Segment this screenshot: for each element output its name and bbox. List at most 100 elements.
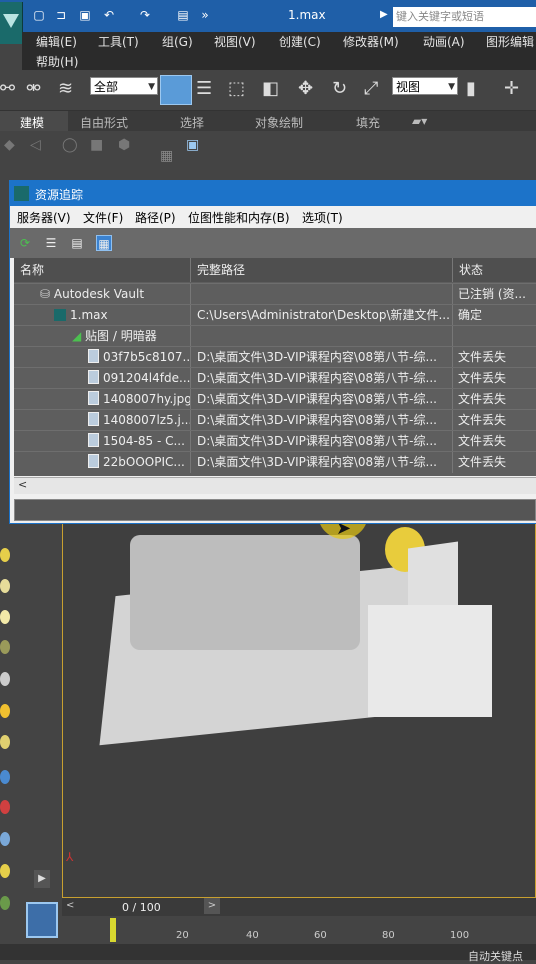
row-path: D:\桌面文件\3D-VIP课程内容\08第八节-综... — [197, 350, 437, 364]
table-view-icon[interactable]: ▦ — [96, 235, 112, 251]
menu-animation[interactable]: 动画(A) — [423, 33, 465, 50]
dialog-title-bar[interactable] — [10, 181, 536, 206]
column-header-path[interactable]: 完整路径 — [191, 258, 453, 282]
current-frame-marker — [110, 918, 116, 942]
panel-highlight-icon[interactable]: ▣ — [186, 137, 199, 153]
new-file-icon[interactable]: ▢ — [32, 8, 46, 22]
dialog-toolbar — [10, 228, 536, 258]
menu-tools[interactable]: 工具(T) — [98, 33, 139, 50]
refresh-icon[interactable]: ⟳ — [17, 235, 33, 251]
menu-create[interactable]: 创建(C) — [279, 33, 321, 50]
row-name: 091204l4fde... — [88, 368, 190, 388]
pivot-center-icon[interactable]: ▮ — [466, 78, 476, 99]
omni-light-icon[interactable] — [0, 579, 10, 593]
table-row[interactable]: ⛁ Autodesk Vault 已注销 (资... — [14, 283, 536, 305]
chevron-down-icon: ▼ — [148, 82, 155, 92]
sphere-icon[interactable] — [0, 735, 10, 749]
column-header-name[interactable]: 名称 — [14, 258, 191, 282]
bind-spacewarp-icon[interactable]: ≋ — [58, 78, 73, 99]
menu-graph-editors[interactable]: 图形编辑 — [486, 33, 534, 50]
tab-populate[interactable]: 填充 — [356, 114, 380, 131]
particle-icon[interactable] — [0, 770, 10, 784]
link-icon[interactable]: ⚯ — [0, 78, 15, 99]
tool-icon[interactable] — [0, 832, 10, 846]
menu-group[interactable]: 组(G) — [162, 33, 193, 50]
time-prev-icon[interactable]: < — [66, 900, 74, 911]
row-path: D:\桌面文件\3D-VIP课程内容\08第八节-综... — [197, 455, 437, 469]
search-input[interactable]: 键入关键字或短语 — [393, 7, 536, 27]
tab-freeform[interactable]: 自由形式 — [80, 114, 128, 131]
column-header-status[interactable]: 状态 — [453, 258, 536, 282]
dialog-menu-server[interactable]: 服务器(V) — [17, 209, 71, 226]
rotate-icon[interactable]: ↻ — [332, 78, 347, 99]
teapot-icon[interactable] — [0, 640, 10, 654]
polygon-modeling-icon[interactable]: ◆ — [4, 137, 15, 153]
dialog-menu-paths[interactable]: 路径(P) — [135, 209, 176, 226]
row-path: D:\桌面文件\3D-VIP课程内容\08第八节-综... — [197, 434, 437, 448]
dialog-menu-file[interactable]: 文件(F) — [83, 209, 123, 226]
redo-icon[interactable]: ↷ — [138, 8, 152, 22]
table-row[interactable]: 1408007lz5.j... D:\桌面文件\3D-VIP课程内容\08第八节… — [14, 409, 536, 431]
table-row[interactable]: 091204l4fde... D:\桌面文件\3D-VIP课程内容\08第八节-… — [14, 367, 536, 389]
dialog-menu-bitmap-performance[interactable]: 位图性能和内存(B) — [188, 209, 290, 226]
cone-icon[interactable] — [0, 672, 10, 686]
scale-icon[interactable]: ⤢ — [364, 78, 378, 99]
move-icon[interactable]: ✥ — [298, 78, 313, 99]
ribbon-options-icon[interactable]: ▰▾ — [412, 114, 427, 128]
menu-help[interactable]: 帮助(H) — [36, 53, 78, 70]
row-status: 文件丢失 — [458, 350, 507, 364]
menu-edit[interactable]: 编辑(E) — [36, 33, 77, 50]
tab-object-paint[interactable]: 对象绘制 — [255, 114, 303, 131]
sky-light-icon[interactable] — [0, 610, 10, 624]
select-object-button[interactable] — [160, 75, 192, 105]
scroll-left-icon[interactable]: < — [18, 478, 27, 491]
table-row[interactable]: ◢ 贴图 / 明暗器 — [14, 325, 536, 347]
save-icon[interactable]: ▣ — [78, 8, 92, 22]
project-folder-icon[interactable]: ▤ — [176, 8, 190, 22]
image-file-icon — [88, 433, 99, 447]
select-by-name-icon[interactable]: ☰ — [196, 78, 212, 99]
time-next-icon[interactable]: > — [204, 898, 220, 914]
search-arrow-icon[interactable]: ▶ — [380, 9, 388, 20]
rectangular-selection-icon[interactable]: ⬚ — [228, 78, 245, 99]
viewport-maximize-icon[interactable] — [26, 902, 58, 938]
element-icon[interactable]: ⬢ — [118, 137, 130, 153]
panel-tool-icon[interactable]: ▦ — [160, 148, 173, 164]
thumbnail-view-icon[interactable]: ▤ — [69, 235, 85, 251]
pin-icon[interactable] — [0, 800, 10, 814]
select-manipulate-icon[interactable]: ✛ — [504, 78, 519, 99]
undo-icon[interactable]: ↶ — [102, 8, 116, 22]
table-row[interactable]: 22bOOOPIC... D:\桌面文件\3D-VIP课程内容\08第八节-综.… — [14, 451, 536, 473]
table-row[interactable]: 1408007hy.jpg D:\桌面文件\3D-VIP课程内容\08第八节-综… — [14, 388, 536, 410]
tick-label: 80 — [382, 930, 395, 941]
menu-views[interactable]: 视图(V) — [214, 33, 256, 50]
image-file-icon — [88, 349, 99, 363]
window-crossing-icon[interactable]: ◧ — [262, 78, 279, 99]
open-file-icon[interactable]: ⊐ — [54, 8, 68, 22]
light-bulb-icon[interactable] — [0, 548, 10, 562]
selection-filter-dropdown[interactable]: 全部 ▼ — [90, 77, 158, 95]
autokey-button[interactable]: 自动关键点 — [468, 948, 523, 964]
app-logo-icon[interactable] — [0, 2, 23, 44]
tab-selection[interactable]: 选择 — [180, 114, 204, 131]
table-row[interactable]: 03f7b5c8107... D:\桌面文件\3D-VIP课程内容\08第八节-… — [14, 346, 536, 368]
more-chevron-icon[interactable]: » — [198, 8, 212, 22]
row-name: 1408007lz5.j... — [88, 410, 190, 430]
table-row[interactable]: 1504-85 - C... D:\桌面文件\3D-VIP课程内容\08第八节-… — [14, 430, 536, 452]
table-row[interactable]: 1.max C:\Users\Administrator\Desktop\新建文… — [14, 304, 536, 326]
edge-icon[interactable]: ◯ — [62, 137, 78, 153]
vertex-icon[interactable]: ◁ — [30, 137, 41, 153]
sun-icon[interactable] — [0, 704, 10, 718]
reference-coordinate-dropdown[interactable]: 视图 ▼ — [392, 77, 458, 95]
plant-icon[interactable] — [0, 896, 10, 910]
horizontal-scrollbar[interactable]: < — [14, 477, 536, 494]
row-status: 文件丢失 — [458, 455, 507, 469]
unlink-icon[interactable]: ⚮ — [26, 78, 41, 99]
list-view-icon[interactable]: ☰ — [43, 235, 59, 251]
tab-modeling[interactable]: 建模 — [20, 114, 44, 131]
face-icon[interactable]: ■ — [90, 137, 103, 153]
dialog-menu-options[interactable]: 选项(T) — [302, 209, 343, 226]
menu-modifiers[interactable]: 修改器(M) — [343, 33, 399, 50]
star-icon[interactable] — [0, 864, 10, 878]
play-icon[interactable]: ▶ — [34, 870, 50, 888]
